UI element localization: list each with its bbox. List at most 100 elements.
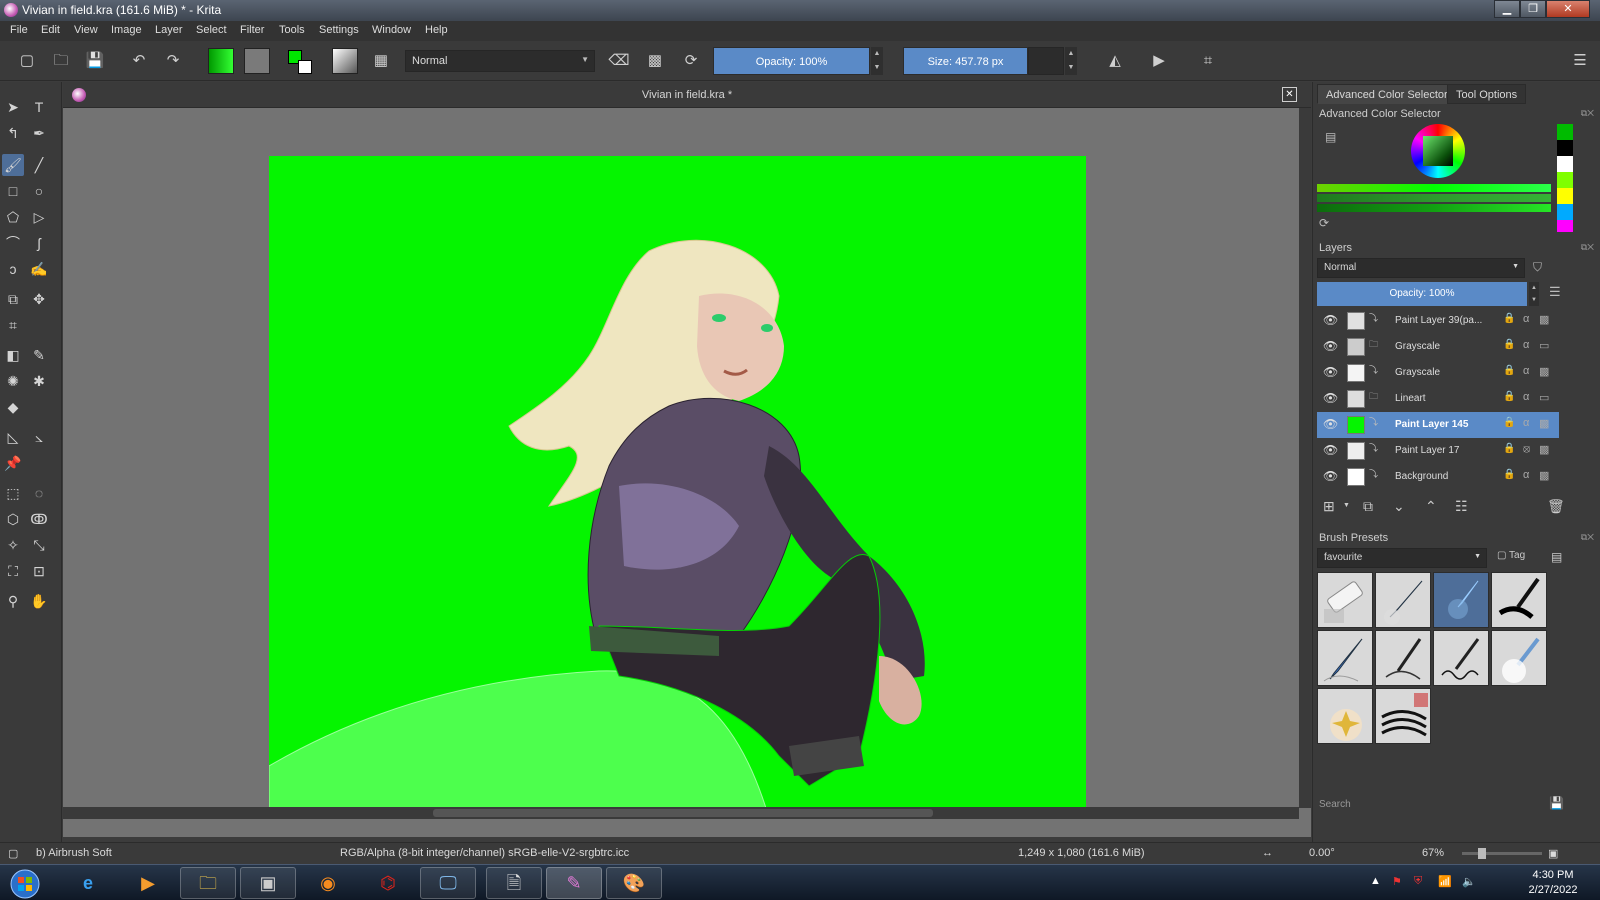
volume-icon[interactable]: 🔈 bbox=[1462, 875, 1476, 888]
security-alert-icon[interactable]: ⛨ bbox=[1414, 875, 1422, 888]
internet-explorer-icon[interactable]: e bbox=[60, 867, 116, 899]
brush-preset-calligraphy[interactable] bbox=[1491, 572, 1547, 628]
file-explorer-icon[interactable]: 🗀 bbox=[180, 867, 236, 899]
hue-bar[interactable] bbox=[1317, 184, 1551, 192]
select-shapes-tool-icon[interactable]: ➤ bbox=[2, 96, 24, 118]
tag-button[interactable]: ▢ Tag bbox=[1497, 550, 1525, 561]
recent-color-3[interactable] bbox=[1557, 156, 1573, 172]
saturation-bar[interactable] bbox=[1317, 194, 1551, 202]
documents-icon[interactable]: 🗎 bbox=[486, 867, 542, 899]
menu-view[interactable]: View bbox=[74, 24, 98, 36]
inherit-alpha-icon[interactable]: ▩ bbox=[1539, 469, 1549, 482]
chevron-down-icon[interactable]: ▼ bbox=[1343, 502, 1350, 509]
brush-preset-fine-pen[interactable] bbox=[1375, 630, 1431, 686]
polygon-tool-icon[interactable]: ⬠ bbox=[2, 206, 24, 228]
polyline-tool-icon[interactable]: ▷ bbox=[28, 206, 50, 228]
visibility-eye-icon[interactable]: 👁 bbox=[1323, 391, 1338, 405]
visibility-eye-icon[interactable]: 👁 bbox=[1323, 443, 1338, 457]
preserve-alpha-icon[interactable]: ▩ bbox=[644, 50, 666, 72]
alpha-lock-icon[interactable]: α bbox=[1523, 313, 1529, 325]
pattern-swatch[interactable] bbox=[244, 48, 270, 74]
layer-row-4[interactable]: 👁 🗀 Lineart 🔒 α ▭ bbox=[1317, 386, 1559, 412]
rectangle-tool-icon[interactable]: □ bbox=[2, 180, 24, 202]
layer-row-7[interactable]: 👁 ⤵ Background 🔒 α ▩ bbox=[1317, 464, 1559, 490]
freehand-selection-tool-icon[interactable]: ↂ bbox=[28, 508, 50, 530]
layer-row-6[interactable]: 👁 ⤵ Paint Layer 17 🔒 ⦻ ▩ bbox=[1317, 438, 1559, 464]
alpha-lock-icon[interactable]: α bbox=[1523, 391, 1529, 403]
brush-preset-inking-pen[interactable] bbox=[1433, 572, 1489, 628]
move-layer-up-icon[interactable]: ⌃ bbox=[1425, 498, 1437, 515]
filter-layers-icon[interactable]: ⛉ bbox=[1533, 260, 1542, 275]
reload-preset-icon[interactable]: ⟳ bbox=[680, 50, 702, 72]
acrobat-reader-icon[interactable]: ⌬ bbox=[360, 867, 416, 899]
recent-color-4[interactable] bbox=[1557, 172, 1573, 188]
inherit-alpha-icon[interactable]: ▩ bbox=[1539, 365, 1549, 378]
crop-tool-icon[interactable]: ⌗ bbox=[2, 314, 24, 336]
recent-color-2[interactable] bbox=[1557, 140, 1573, 156]
alpha-lock-icon[interactable]: α bbox=[1523, 339, 1529, 351]
recent-color-6[interactable] bbox=[1557, 204, 1573, 220]
freehand-brush-tool-icon[interactable]: 🖌 bbox=[2, 154, 24, 176]
workspace-grid-icon[interactable]: ▦ bbox=[370, 50, 392, 72]
calligraphy-tool-icon[interactable]: ✒ bbox=[28, 122, 50, 144]
redo-icon[interactable]: ↷ bbox=[162, 50, 184, 72]
freehand-path-tool-icon[interactable]: ʃ bbox=[28, 232, 50, 254]
menu-window[interactable]: Window bbox=[372, 24, 411, 36]
save-search-icon[interactable]: 💾 bbox=[1549, 796, 1564, 810]
recent-color-5[interactable] bbox=[1557, 188, 1573, 204]
firefox-icon[interactable]: ◉ bbox=[300, 867, 356, 899]
delete-layer-icon[interactable]: 🗑 bbox=[1547, 498, 1565, 515]
menu-layer[interactable]: Layer bbox=[155, 24, 183, 36]
maximize-button[interactable]: ❐ bbox=[1520, 0, 1546, 18]
brush-preset-pencil[interactable] bbox=[1317, 630, 1373, 686]
assistant-tool-icon[interactable]: ◺ bbox=[2, 426, 24, 448]
rotation-reset-icon[interactable]: ↔ bbox=[1262, 847, 1273, 859]
opacity-spinner[interactable]: ▲ ▼ bbox=[871, 47, 883, 75]
float-panel-icon[interactable]: ⧉✕ bbox=[1581, 108, 1594, 119]
brush-preset-sparkle[interactable] bbox=[1317, 688, 1373, 744]
color-picker-tool-icon[interactable]: ✎ bbox=[28, 344, 50, 366]
brush-preset-swatch[interactable] bbox=[332, 48, 358, 74]
elliptical-selection-tool-icon[interactable]: ◌ bbox=[28, 482, 50, 504]
edit-shapes-tool-icon[interactable]: ↰ bbox=[2, 122, 24, 144]
alpha-disabled-icon[interactable]: ⦻ bbox=[1523, 443, 1530, 456]
float-brush-presets-icon[interactable]: ⧉✕ bbox=[1581, 532, 1594, 543]
ellipse-tool-icon[interactable]: ○ bbox=[28, 180, 50, 202]
menu-settings[interactable]: Settings bbox=[319, 24, 359, 36]
zoom-slider[interactable] bbox=[1462, 852, 1542, 855]
line-tool-icon[interactable]: ╱ bbox=[28, 154, 50, 176]
open-folder-icon[interactable]: 🗀 bbox=[50, 50, 72, 72]
horizontal-scroll-thumb[interactable] bbox=[433, 809, 933, 817]
inherit-alpha-icon[interactable]: ▩ bbox=[1539, 417, 1549, 430]
fullscreen-icon[interactable]: ▣ bbox=[1548, 847, 1558, 860]
brush-preset-ink-pen[interactable] bbox=[1433, 630, 1489, 686]
colorize-mask-tool-icon[interactable]: ✺ bbox=[2, 370, 24, 392]
refresh-colors-icon[interactable]: ⟳ bbox=[1319, 216, 1329, 230]
docker-menu-icon[interactable]: ☰ bbox=[1569, 50, 1591, 72]
lock-icon[interactable]: 🔒 bbox=[1503, 365, 1515, 376]
system-clock[interactable]: 4:30 PM 2/27/2022 bbox=[1518, 868, 1588, 898]
visibility-eye-icon[interactable]: 👁 bbox=[1323, 417, 1338, 431]
bezier-curve-tool-icon[interactable]: ⌒ bbox=[2, 232, 24, 254]
duplicate-layer-icon[interactable]: ⧉ bbox=[1363, 498, 1373, 515]
lock-icon[interactable]: 🔒 bbox=[1503, 443, 1515, 454]
lock-icon[interactable]: 🔒 bbox=[1503, 313, 1515, 324]
menu-tools[interactable]: Tools bbox=[279, 24, 305, 36]
background-color-swatch[interactable] bbox=[298, 60, 312, 74]
multibrush-tool-icon[interactable]: ✍ bbox=[28, 258, 50, 280]
transform-tool-icon[interactable]: ⧉ bbox=[2, 288, 24, 310]
opacity-slider[interactable]: Opacity: 100% bbox=[713, 47, 870, 75]
inherit-alpha-icon[interactable]: ▩ bbox=[1539, 443, 1549, 456]
document-tab-title[interactable]: Vivian in field.kra * bbox=[63, 89, 1311, 101]
lock-icon[interactable]: 🔒 bbox=[1503, 391, 1515, 402]
layer-properties-sliders-icon[interactable]: ☷ bbox=[1455, 498, 1468, 515]
inherit-alpha-icon[interactable]: ▭ bbox=[1539, 391, 1549, 404]
layer-properties-icon[interactable]: ☰ bbox=[1549, 284, 1561, 300]
brush-preset-blender[interactable] bbox=[1491, 630, 1547, 686]
layer-row-3[interactable]: 👁 ⤵ Grayscale 🔒 α ▩ bbox=[1317, 360, 1559, 386]
tab-advanced-color-selector[interactable]: Advanced Color Selector bbox=[1317, 84, 1457, 104]
krita-taskbar-icon[interactable]: ✎ bbox=[546, 867, 602, 899]
system-app-icon[interactable]: ▣ bbox=[240, 867, 296, 899]
contiguous-selection-tool-icon[interactable]: ✧ bbox=[2, 534, 24, 556]
visibility-eye-icon[interactable]: 👁 bbox=[1323, 313, 1338, 327]
